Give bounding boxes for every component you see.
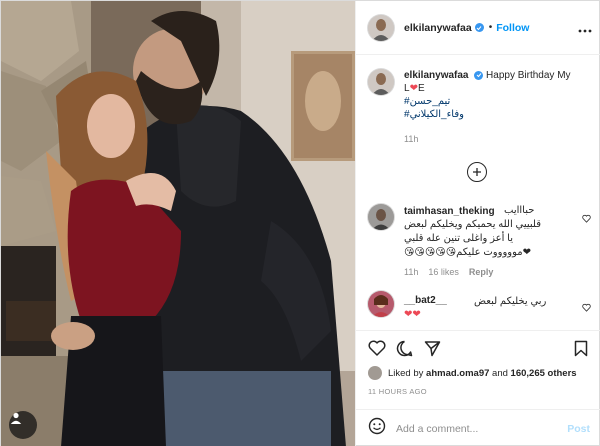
couple-photo-illustration: [1, 1, 355, 446]
reply-button[interactable]: Reply: [469, 267, 494, 277]
liker-username[interactable]: ahmad.oma97: [426, 368, 489, 379]
caption-body-e: E: [417, 83, 425, 94]
caption-body: Happy Birthday My: [486, 70, 571, 81]
comment-line: حبااايب: [504, 205, 535, 216]
caption-username[interactable]: elkilanywafaa: [404, 70, 468, 81]
post-comment-button[interactable]: Post: [567, 423, 590, 435]
separator-dot: •: [488, 22, 493, 33]
tagged-people-icon[interactable]: [9, 411, 37, 439]
plus-circle-icon: [473, 168, 481, 176]
caption-avatar[interactable]: [368, 69, 394, 95]
caption-timestamp[interactable]: 11h: [404, 134, 418, 144]
comment-emoji: ❤❤: [404, 309, 421, 320]
commenter-avatar[interactable]: [368, 204, 394, 230]
post-timestamp[interactable]: 11 HOURS AGO: [368, 387, 427, 396]
hashtag-link[interactable]: #وفاء_الكيلاني: [404, 108, 571, 121]
commenter-username[interactable]: taimhasan_theking: [404, 206, 495, 217]
post-photo[interactable]: [1, 1, 355, 446]
comment-timestamp[interactable]: 11h: [404, 267, 418, 277]
comment-icon[interactable]: [396, 340, 413, 362]
author-avatar[interactable]: [368, 14, 394, 41]
verified-badge-icon: [474, 23, 484, 32]
hashtag-link[interactable]: #تيم_حسن: [404, 95, 571, 108]
share-icon[interactable]: [424, 340, 441, 362]
avatar-image: [368, 14, 394, 41]
liked-and: and: [492, 367, 508, 379]
heart-outline-icon[interactable]: [582, 299, 591, 317]
bookmark-icon[interactable]: [574, 340, 588, 362]
comment-meta: 11h 16 likes Reply: [404, 267, 493, 277]
more-icon[interactable]: [578, 20, 592, 38]
add-comment-bar: Post: [356, 409, 600, 446]
like-heart-icon[interactable]: [368, 340, 386, 361]
likes-count-link[interactable]: 160,265 others: [511, 368, 577, 379]
commenter-username[interactable]: __bat2__: [404, 295, 447, 306]
heart-outline-icon[interactable]: [582, 210, 591, 228]
load-more-comments-button[interactable]: [467, 162, 487, 182]
avatar-image: [368, 204, 394, 230]
liked-by-label: Liked by: [388, 367, 424, 379]
avatar-image: [368, 291, 394, 317]
post-actions: Liked by ahmad.oma97 and 160,265 others …: [356, 330, 600, 418]
post-header: elkilanywafaa • Follow: [356, 1, 600, 55]
commenter-avatar[interactable]: [368, 291, 394, 317]
post-sidebar: elkilanywafaa • Follow elkilanywafaa Hap…: [355, 1, 600, 446]
liker-avatar[interactable]: [368, 366, 382, 380]
verified-badge-icon: [474, 70, 484, 80]
comment-line: يا أعز واغلى تنين عله قلبي: [404, 233, 513, 244]
heart-emoji: ❤: [409, 83, 418, 94]
person-icon: [10, 412, 22, 424]
post-caption: elkilanywafaa Happy Birthday My L❤E #تيم…: [368, 69, 594, 121]
follow-button[interactable]: Follow: [496, 22, 529, 34]
add-comment-input[interactable]: [396, 422, 556, 435]
comment-line: ❤موووووت عليكم😘😘😘😘😘: [404, 247, 532, 258]
caption-text: elkilanywafaa Happy Birthday My L❤E #تيم…: [404, 69, 571, 121]
liked-by-summary: Liked by ahmad.oma97 and 160,265 others: [368, 366, 577, 380]
comment-line: ربي يخليكم لبعض: [474, 296, 547, 307]
comment-line: قلبييي الله يحميكم ويخليكم لبعض: [404, 219, 542, 230]
instagram-post: elkilanywafaa • Follow elkilanywafaa Hap…: [0, 0, 600, 446]
comment-likes[interactable]: 16 likes: [428, 267, 459, 277]
author-username[interactable]: elkilanywafaa: [404, 22, 472, 34]
avatar-image: [368, 69, 394, 95]
emoji-icon[interactable]: [368, 417, 386, 440]
